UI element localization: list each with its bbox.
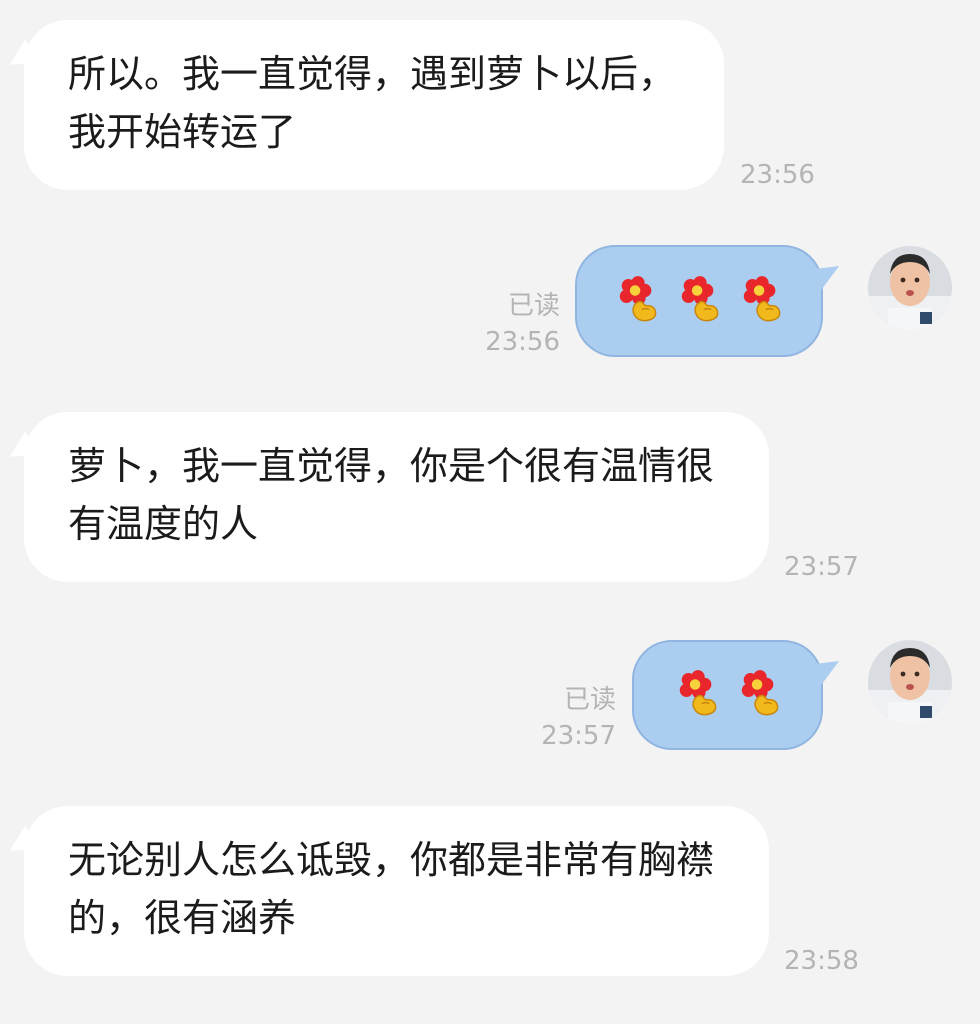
avatar[interactable] <box>868 640 952 724</box>
flower-fist-emoji <box>619 276 657 322</box>
flower-fist-emoji <box>740 670 778 716</box>
flower-fist-emoji <box>678 670 716 716</box>
message-timestamp: 23:57 <box>541 721 616 751</box>
message-meta: 已读 23:56 <box>440 288 560 360</box>
boy-avatar-image <box>868 640 952 724</box>
message-bubble-outgoing[interactable] <box>575 245 846 357</box>
bubble-tail <box>2 39 40 77</box>
message-timestamp: 23:58 <box>784 946 859 976</box>
message-text: 所以。我一直觉得，遇到萝卜以后，我开始转运了 <box>68 52 677 154</box>
message-timestamp: 23:56 <box>485 327 560 357</box>
avatar[interactable] <box>868 246 952 330</box>
message-text: 萝卜，我一直觉得，你是个很有温情很有温度的人 <box>68 444 715 546</box>
message-bubble-incoming[interactable]: 萝卜，我一直觉得，你是个很有温情很有温度的人 <box>2 412 769 582</box>
read-receipt: 已读 <box>563 685 616 715</box>
bubble-tail <box>808 650 846 686</box>
message-bubble-outgoing[interactable] <box>632 640 846 750</box>
bubble-tail <box>2 825 40 863</box>
message-text: 无论别人怎么诋毁，你都是非常有胸襟的，很有涵养 <box>68 838 715 940</box>
boy-avatar-image <box>868 246 952 330</box>
message-meta: 已读 23:57 <box>496 682 616 754</box>
message-timestamp: 23:56 <box>740 160 815 190</box>
flower-fist-emoji <box>681 276 719 322</box>
message-bubble-incoming[interactable]: 所以。我一直觉得，遇到萝卜以后，我开始转运了 <box>2 20 724 190</box>
message-timestamp: 23:57 <box>784 552 859 582</box>
flower-fist-emoji <box>743 276 781 322</box>
bubble-tail <box>808 255 846 291</box>
read-receipt: 已读 <box>507 291 560 321</box>
bubble-tail <box>2 431 40 469</box>
message-bubble-incoming[interactable]: 无论别人怎么诋毁，你都是非常有胸襟的，很有涵养 <box>2 806 769 976</box>
